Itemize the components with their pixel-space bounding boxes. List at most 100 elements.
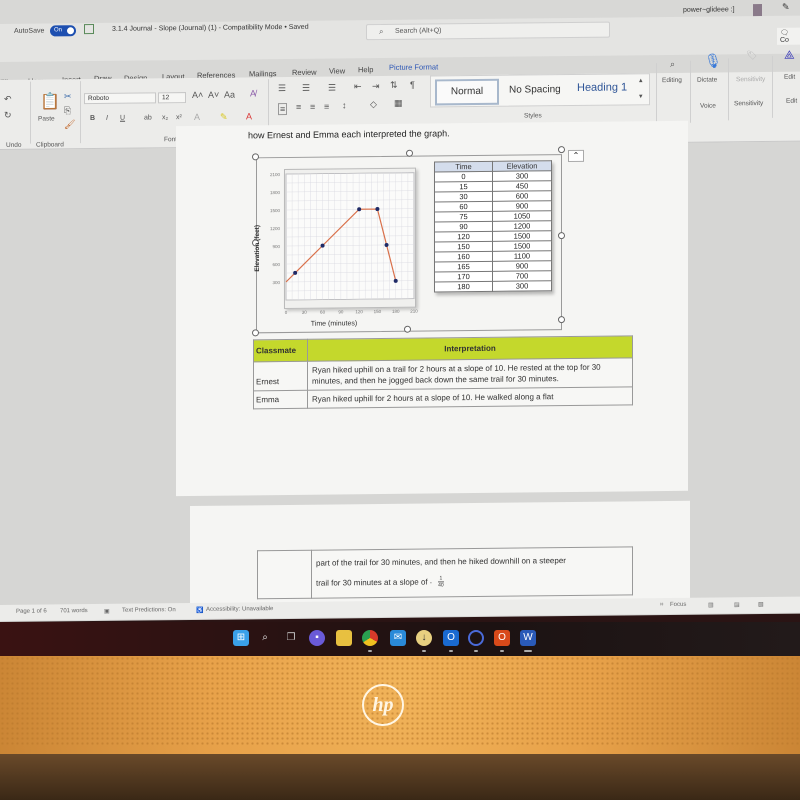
print-layout-icon[interactable]: ▤ <box>734 601 740 608</box>
paste-label[interactable]: Paste <box>38 115 55 122</box>
autosave-toggle[interactable]: On <box>50 25 76 37</box>
font-name-dropdown[interactable]: Roboto <box>84 92 156 105</box>
monitor-bezel: hp <box>0 656 800 800</box>
word-icon[interactable]: W <box>520 630 536 646</box>
style-heading-1[interactable]: Heading 1 <box>577 81 627 94</box>
text-predictions[interactable]: Text Predictions: On <box>122 607 176 614</box>
elevation-cell: 900 <box>492 260 552 272</box>
editor-button[interactable]: Edit <box>784 74 795 81</box>
highlight-icon[interactable]: ✎ <box>220 112 228 123</box>
page-count[interactable]: Page 1 of 6 <box>16 609 47 615</box>
classmate-cell[interactable] <box>257 550 312 599</box>
lead-paragraph[interactable]: how Ernest and Emma each interpreted the… <box>248 128 450 140</box>
grow-font-icon[interactable]: A˄ <box>192 90 203 100</box>
strikethrough-icon[interactable]: ab <box>144 114 152 121</box>
monitor-stand <box>0 754 800 800</box>
mail-icon[interactable]: ✉ <box>390 630 406 646</box>
accessibility-status[interactable]: Accessibility: Unavailable <box>206 606 273 613</box>
font-color-icon[interactable]: A <box>246 111 252 121</box>
borders-icon[interactable]: ▦ <box>394 98 403 109</box>
sensitivity-button[interactable]: Sensitivity <box>736 76 765 83</box>
find-icon[interactable]: ⌕ <box>670 59 675 70</box>
divider <box>30 81 31 144</box>
bold-icon[interactable]: B <box>90 115 95 122</box>
show-marks-icon[interactable]: ¶ <box>410 80 415 90</box>
copy-icon[interactable]: ⎘ <box>64 105 71 116</box>
paste-icon[interactable]: 📋 <box>40 91 60 111</box>
focus-button[interactable]: Focus <box>670 602 686 608</box>
resize-handle[interactable] <box>558 146 565 154</box>
sensitivity-icon[interactable]: 🏷 <box>746 50 757 61</box>
editing-button[interactable]: Editing <box>662 77 682 84</box>
interpretation-cell[interactable]: Ryan hiked uphill on a trail for 2 hours… <box>307 357 633 391</box>
proofing-icon[interactable]: ▣ <box>104 608 110 615</box>
change-case-icon[interactable]: Aa <box>224 90 235 100</box>
resize-handle[interactable] <box>252 153 259 161</box>
format-painter-icon[interactable]: 🖌 <box>64 119 75 130</box>
user-name[interactable]: power~glideee :] <box>683 6 735 14</box>
style-no-spacing[interactable]: No Spacing <box>509 84 561 96</box>
clear-formatting-icon[interactable]: A̸ <box>250 88 256 98</box>
subscript-icon[interactable]: x₂ <box>162 114 168 121</box>
text-effects-icon[interactable]: A <box>194 112 200 122</box>
undo-icon[interactable]: ↶ <box>4 94 12 105</box>
word-count[interactable]: 701 words <box>60 608 88 614</box>
resize-handle[interactable] <box>406 149 413 157</box>
interpretation-cell[interactable]: Ryan hiked uphill for 2 hours at a slope… <box>307 386 633 409</box>
dictate-button[interactable]: Dictate <box>697 76 717 83</box>
outlook-icon[interactable]: O <box>443 630 459 646</box>
download-app-icon[interactable]: ↓ <box>416 630 432 646</box>
bullets-icon[interactable]: ☰ <box>278 83 286 94</box>
multilevel-list-icon[interactable]: ☰ <box>328 82 336 93</box>
teams-chat-icon[interactable]: ▪ <box>309 630 325 646</box>
task-view-icon[interactable]: ❐ <box>283 630 299 646</box>
file-explorer-icon[interactable] <box>336 630 352 646</box>
x-tick-label: 60 <box>320 310 326 315</box>
office-icon[interactable]: O <box>494 630 510 646</box>
y-tick-label: 1500 <box>270 208 281 213</box>
shrink-font-icon[interactable]: A˅ <box>208 90 219 100</box>
microphone-icon[interactable]: 🎙 <box>704 52 722 69</box>
search-icon[interactable]: ⌕ <box>257 630 273 646</box>
shading-icon[interactable]: ◇ <box>370 99 377 110</box>
line-spacing-icon[interactable]: ↕ <box>342 100 347 110</box>
justify-icon[interactable]: ≡ <box>324 102 329 112</box>
interpretation-cell[interactable]: part of the trail for 30 minutes, and th… <box>311 546 633 599</box>
cut-icon[interactable]: ✂ <box>64 91 72 102</box>
read-mode-icon[interactable]: ▥ <box>708 602 714 609</box>
redo-icon[interactable]: ↻ <box>4 110 12 121</box>
layout-options-button[interactable]: ⌃ <box>568 149 584 163</box>
editor-icon[interactable]: ⟁ <box>784 48 795 63</box>
font-size-dropdown[interactable]: 12 <box>158 92 186 104</box>
comments-button[interactable]: 🗨 Co <box>777 27 800 45</box>
running-indicator <box>449 650 453 652</box>
chrome-icon[interactable] <box>362 630 378 646</box>
app-icon[interactable] <box>468 630 484 646</box>
tab-picture-format[interactable]: Picture Format <box>383 58 444 76</box>
classmate-cell[interactable]: Ernest <box>253 361 308 391</box>
start-icon[interactable]: ⊞ <box>233 630 249 646</box>
search-box[interactable]: ⌕ Search (Alt+Q) <box>366 21 610 41</box>
resize-handle[interactable] <box>558 232 565 240</box>
increase-indent-icon[interactable]: ⇥ <box>372 81 380 92</box>
sort-icon[interactable]: ⇅ <box>390 80 398 91</box>
align-right-icon[interactable]: ≡ <box>310 102 315 112</box>
italic-icon[interactable]: I <box>106 115 108 122</box>
numbering-icon[interactable]: ☰ <box>302 83 310 94</box>
superscript-icon[interactable]: x² <box>176 114 182 121</box>
save-icon[interactable] <box>84 24 94 35</box>
classmate-cell[interactable]: Emma <box>253 390 308 409</box>
align-center-icon[interactable]: ≡ <box>296 102 301 112</box>
x-tick-label: 150 <box>374 309 382 314</box>
elevation-cell: 1100 <box>492 250 552 262</box>
styles-scroll-up[interactable]: ▴ <box>639 76 643 84</box>
align-left-icon[interactable]: ≡ <box>278 102 288 116</box>
styles-more[interactable]: ▾ <box>639 92 643 100</box>
underline-icon[interactable]: U <box>120 115 125 122</box>
web-layout-icon[interactable]: ▧ <box>758 601 764 608</box>
style-normal[interactable]: Normal <box>435 78 499 106</box>
pen-icon[interactable]: ✎ <box>782 2 790 13</box>
decrease-indent-icon[interactable]: ⇤ <box>354 81 362 92</box>
resize-handle[interactable] <box>558 316 565 324</box>
avatar[interactable] <box>753 4 762 17</box>
